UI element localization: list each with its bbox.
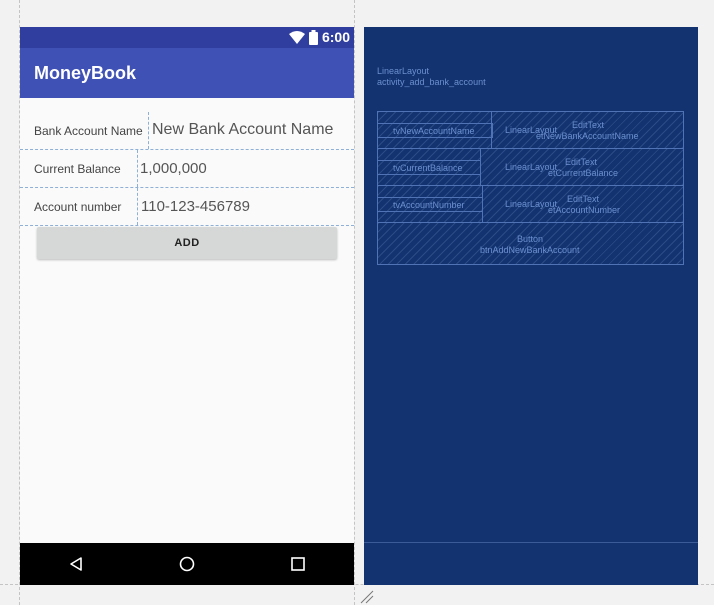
account-number-input[interactable]: 110-123-456789 [141, 198, 250, 215]
recents-button[interactable] [278, 544, 318, 584]
guide-line [354, 0, 355, 605]
form: Bank Account Name New Bank Account Name … [20, 112, 354, 226]
home-button[interactable] [167, 544, 207, 584]
current-balance-label: Current Balance [34, 162, 121, 176]
form-row-account-name: Bank Account Name New Bank Account Name [20, 112, 354, 150]
navigation-bar [20, 543, 354, 585]
recents-icon [291, 557, 306, 571]
resize-handle-icon[interactable] [360, 590, 374, 604]
add-button[interactable]: ADD [37, 227, 337, 259]
status-time: 6:00 [321, 29, 350, 45]
blueprint-root-type: LinearLayout [377, 66, 430, 76]
form-row-current-balance: Current Balance 1,000,000 [20, 150, 354, 188]
wifi-icon [288, 30, 305, 44]
app-bar: MoneyBook [20, 48, 354, 98]
home-icon [179, 556, 195, 572]
back-button[interactable] [56, 544, 96, 584]
blueprint-root-id: activity_add_bank_account [377, 77, 486, 87]
back-icon [69, 557, 82, 571]
form-row-account-number: Account number 110-123-456789 [20, 188, 354, 226]
account-name-input[interactable]: New Bank Account Name [152, 121, 333, 139]
design-preview: 6:00 MoneyBook Bank Account Name New Ban… [20, 27, 354, 585]
current-balance-input[interactable]: 1,000,000 [140, 160, 207, 177]
status-bar: 6:00 [20, 27, 354, 48]
account-number-label: Account number [34, 200, 122, 214]
blueprint-preview: LinearLayout activity_add_bank_account t… [364, 27, 698, 585]
battery-icon [308, 29, 318, 45]
blueprint-navbar-line [364, 542, 698, 543]
app-title: MoneyBook [34, 62, 137, 83]
account-name-label: Bank Account Name [34, 124, 143, 138]
